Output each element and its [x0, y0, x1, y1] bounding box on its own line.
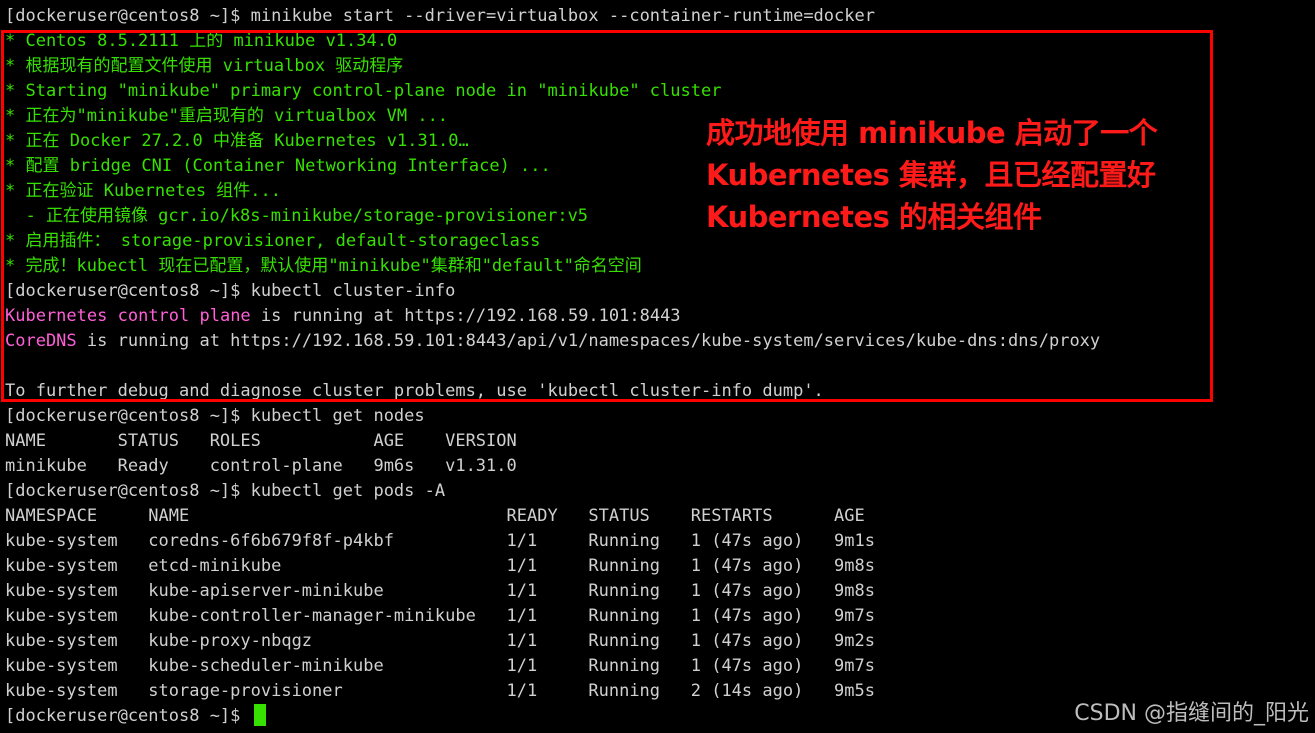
pods-table-row: kube-system etcd-minikube 1/1 Running 1 …	[5, 556, 875, 576]
shell-prompt: [dockeruser@centos8 ~]$	[5, 706, 251, 726]
annotation-callout: 成功地使用 minikube 启动了一个 Kubernetes 集群，且已经配置…	[706, 112, 1206, 238]
annotation-line: Kubernetes 集群，且已经配置好	[706, 158, 1156, 192]
shell-prompt: [dockeruser@centos8 ~]$	[5, 406, 251, 426]
shell-prompt: [dockeruser@centos8 ~]$	[5, 6, 251, 26]
nodes-table-header: NAME STATUS ROLES AGE VERSION	[5, 431, 517, 451]
shell-prompt: [dockeruser@centos8 ~]$	[5, 481, 251, 501]
pods-table-row: kube-system coredns-6f6b679f8f-p4kbf 1/1…	[5, 531, 875, 551]
pods-table-row: kube-system kube-apiserver-minikube 1/1 …	[5, 581, 875, 601]
pods-table-row: kube-system kube-scheduler-minikube 1/1 …	[5, 656, 875, 676]
nodes-table-row: minikube Ready control-plane 9m6s v1.31.…	[5, 456, 517, 476]
annotation-line: 成功地使用 minikube 启动了一个	[706, 116, 1158, 150]
text-cursor	[253, 704, 266, 726]
annotation-line: Kubernetes 的相关组件	[706, 200, 1042, 234]
pods-table-row: kube-system kube-controller-manager-mini…	[5, 606, 875, 626]
terminal-line: [dockeruser@centos8 ~]$ kubectl get node…	[5, 404, 1310, 429]
shell-command: kubectl get pods -A	[250, 481, 446, 501]
terminal-line: [dockeruser@centos8 ~]$ kubectl get pods…	[5, 479, 1310, 504]
shell-command: kubectl get nodes	[250, 406, 425, 426]
watermark: CSDN @指缝间的_阳光	[1074, 701, 1309, 726]
shell-command: minikube start --driver=virtualbox --con…	[250, 6, 875, 26]
pods-table-header: NAMESPACE NAME READY STATUS RESTARTS AGE	[5, 506, 865, 526]
pods-table-row: kube-system kube-proxy-nbqgz 1/1 Running…	[5, 631, 875, 651]
terminal-line: [dockeruser@centos8 ~]$ minikube start -…	[5, 4, 1310, 29]
